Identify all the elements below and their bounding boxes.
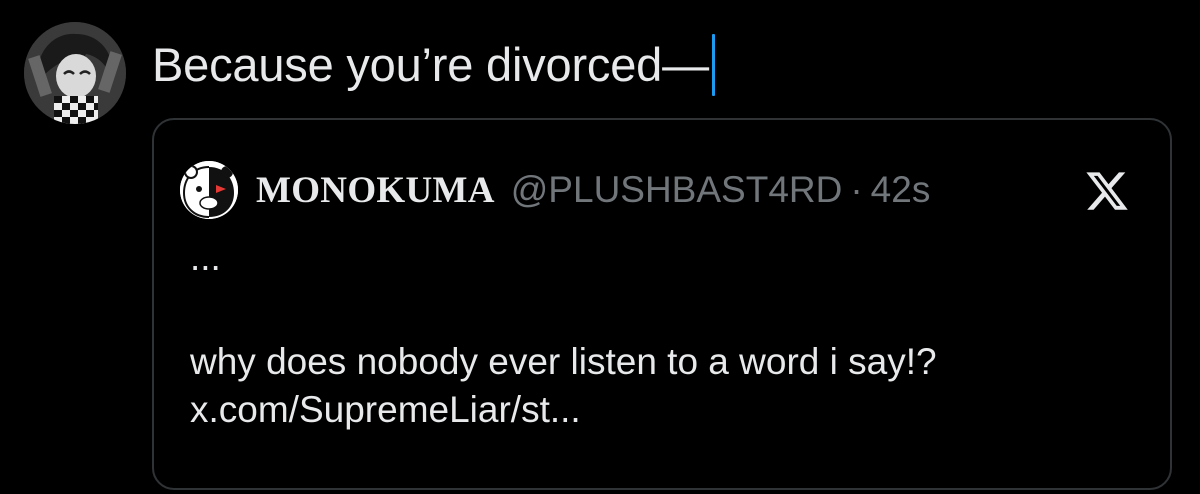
composer-text: Because you’re divorced—	[152, 38, 709, 91]
composer-input[interactable]: Because you’re divorced—	[152, 32, 715, 98]
quoted-tweet-spacer	[190, 286, 1150, 338]
quoted-tweet-avatar[interactable]	[180, 161, 238, 219]
quoted-tweet-link[interactable]: x.com/SupremeLiar/st...	[190, 386, 1150, 434]
quoted-tweet-card[interactable]: MONOKUMA @PLUSHBAST4RD · 42s ... why doe…	[152, 118, 1172, 490]
monokuma-avatar-icon	[180, 161, 238, 219]
text-caret	[711, 34, 715, 96]
quoted-tweet-ellipsis: ...	[190, 237, 221, 278]
character-avatar-icon	[24, 22, 126, 124]
quoted-tweet-text: why does nobody ever listen to a word i …	[190, 341, 937, 382]
quoted-tweet-handle: @PLUSHBAST4RD	[510, 169, 843, 210]
quoted-tweet-separator: ·	[850, 169, 863, 210]
quoted-tweet-body: ... why does nobody ever listen to a wor…	[190, 238, 1150, 434]
quoted-tweet-header: MONOKUMA @PLUSHBAST4RD · 42s	[180, 160, 930, 220]
quoted-tweet-timestamp: 42s	[870, 169, 931, 210]
x-logo-icon	[1086, 172, 1128, 210]
composer-avatar[interactable]	[24, 22, 126, 124]
quoted-tweet-display-name: MONOKUMA	[256, 169, 495, 211]
